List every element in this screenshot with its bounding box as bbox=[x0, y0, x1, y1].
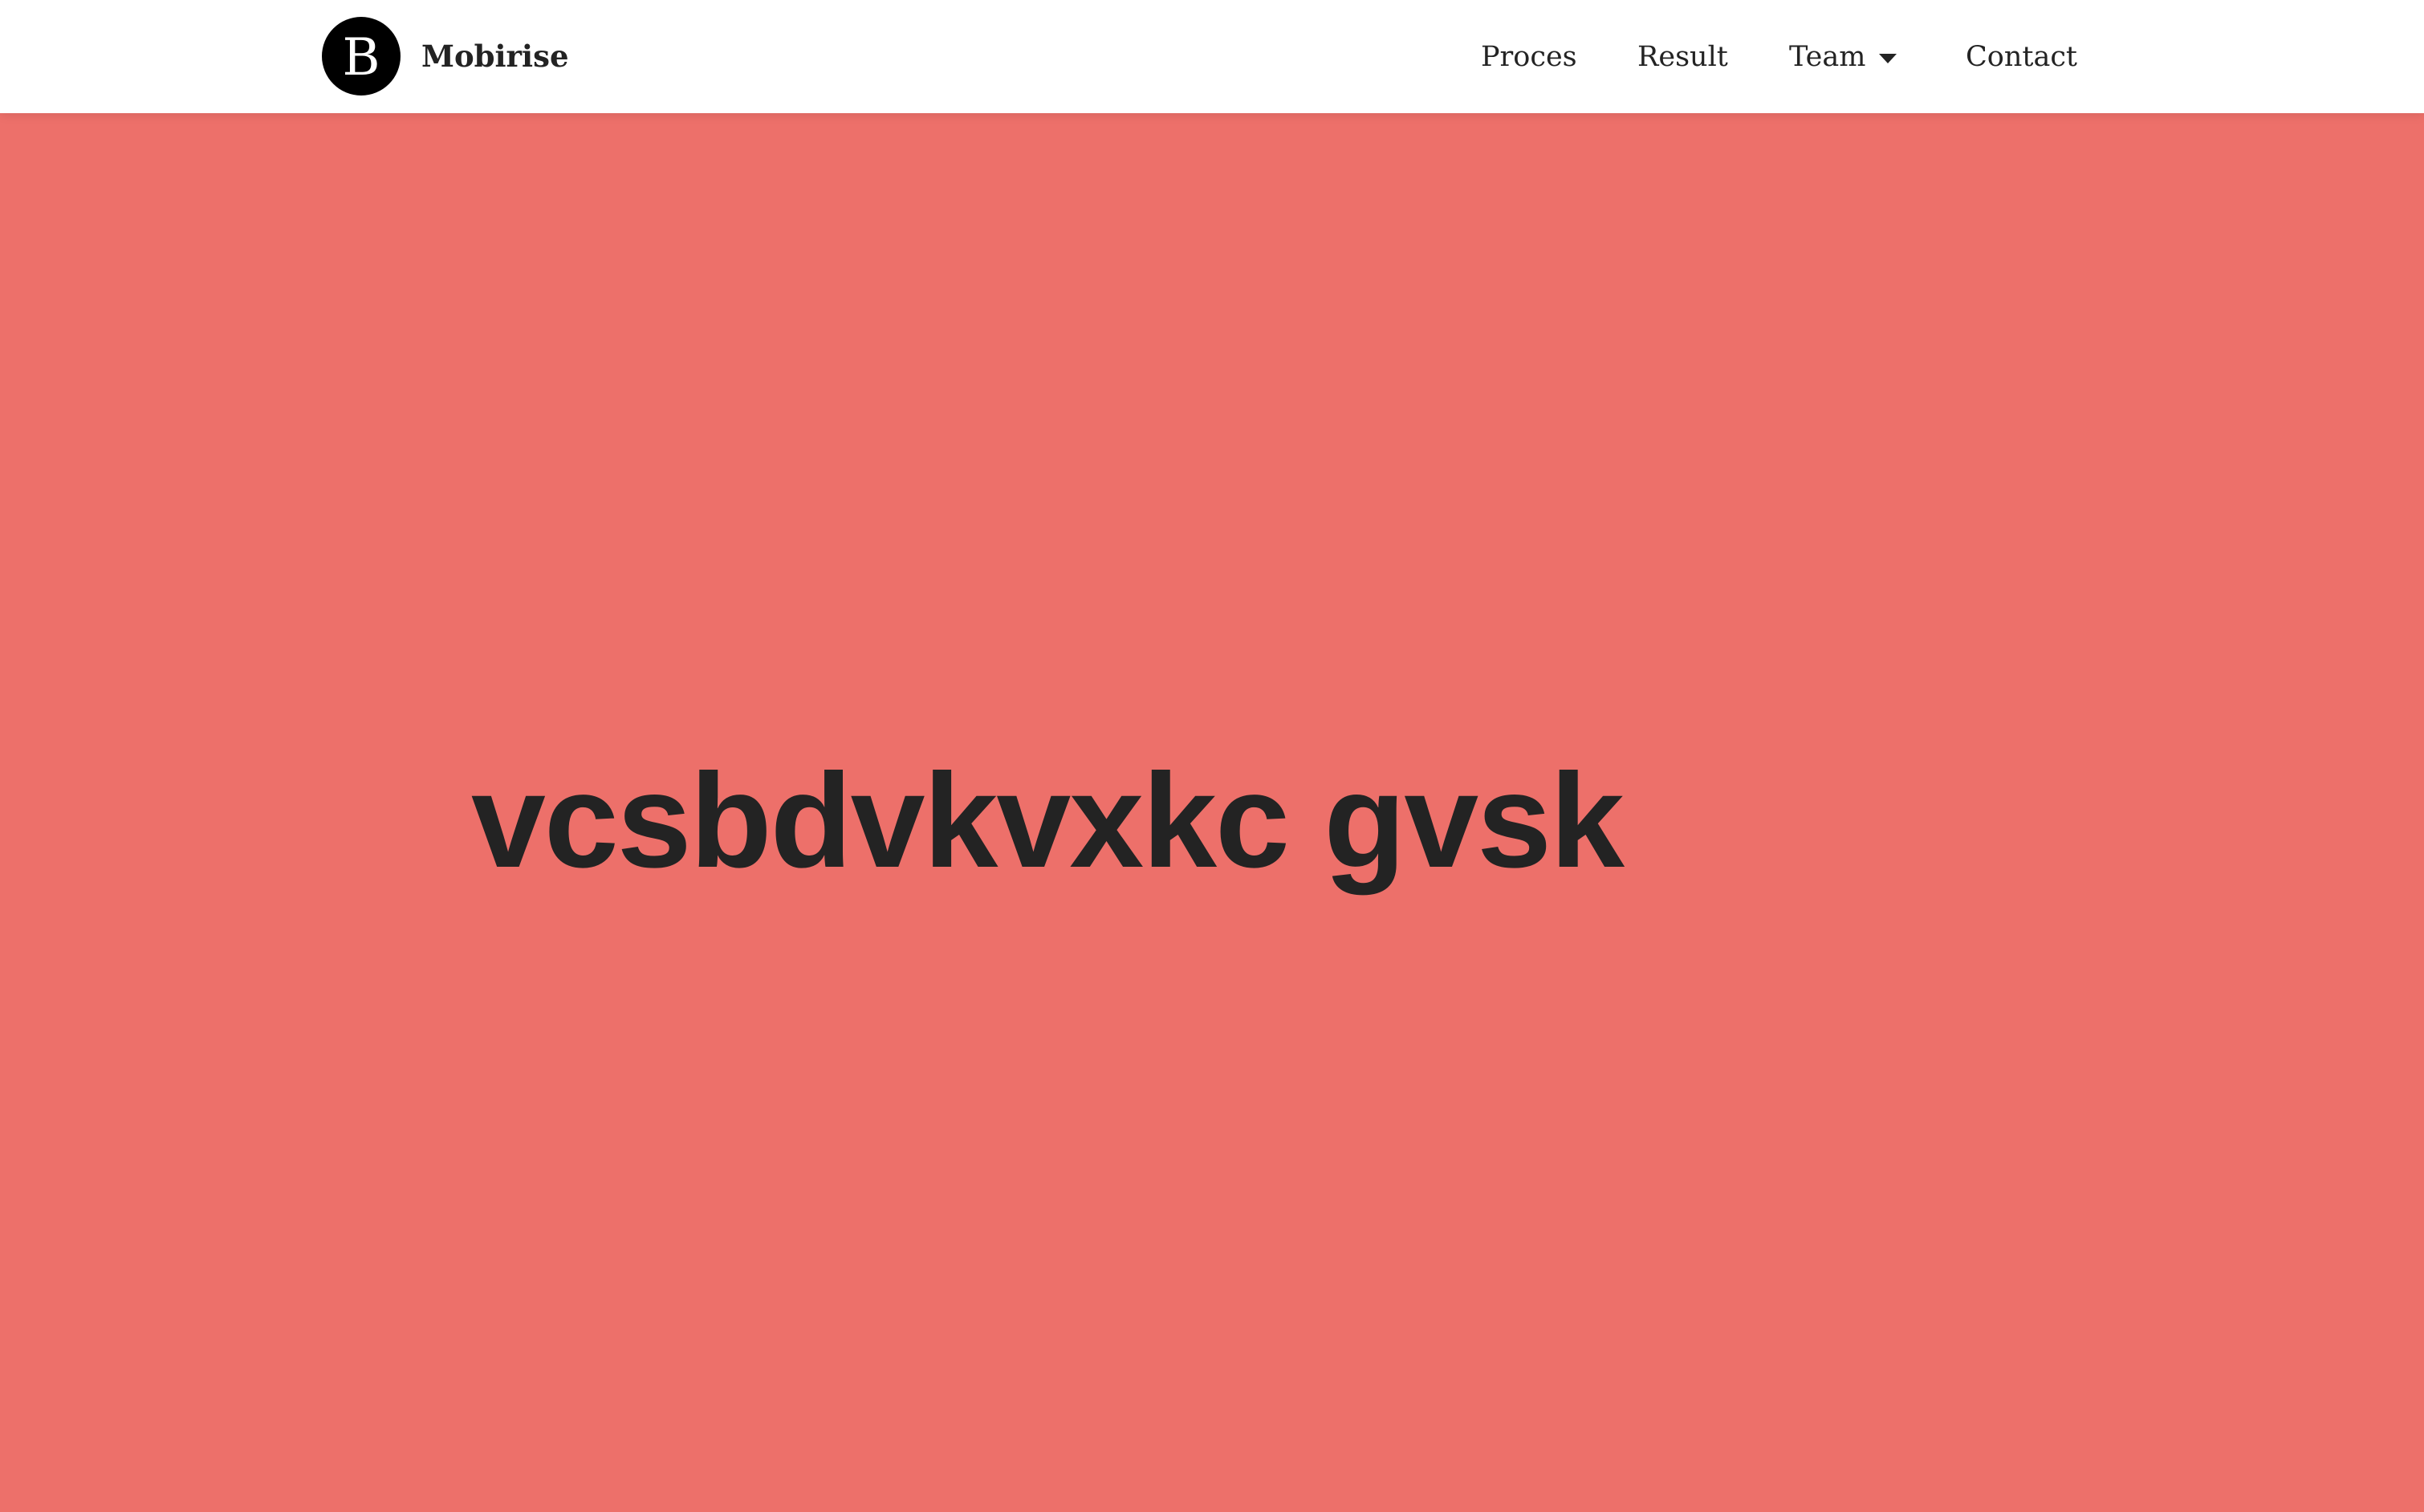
navbar: B Mobirise Proces Result Team Contact bbox=[0, 0, 2424, 113]
caret-down-icon bbox=[1879, 53, 1897, 63]
nav-dropdown-team[interactable]: Team bbox=[1789, 0, 1897, 113]
nav-link-label: Contact bbox=[1966, 40, 2077, 73]
nav-link-label: Proces bbox=[1481, 40, 1577, 73]
nav-link-result[interactable]: Result bbox=[1637, 0, 1728, 113]
brand[interactable]: B Mobirise bbox=[322, 17, 568, 96]
brand-logo-letter: B bbox=[342, 28, 380, 87]
nav-link-contact[interactable]: Contact bbox=[1966, 0, 2077, 113]
hero-title: vcsbdvkvxkc gvsk bbox=[471, 746, 1625, 896]
nav-link-label: Team bbox=[1789, 40, 1866, 73]
brand-logo-icon[interactable]: B bbox=[322, 17, 401, 96]
nav-link-label: Result bbox=[1637, 40, 1728, 73]
brand-name-link[interactable]: Mobirise bbox=[421, 39, 568, 74]
nav-link-proces[interactable]: Proces bbox=[1481, 0, 1577, 113]
